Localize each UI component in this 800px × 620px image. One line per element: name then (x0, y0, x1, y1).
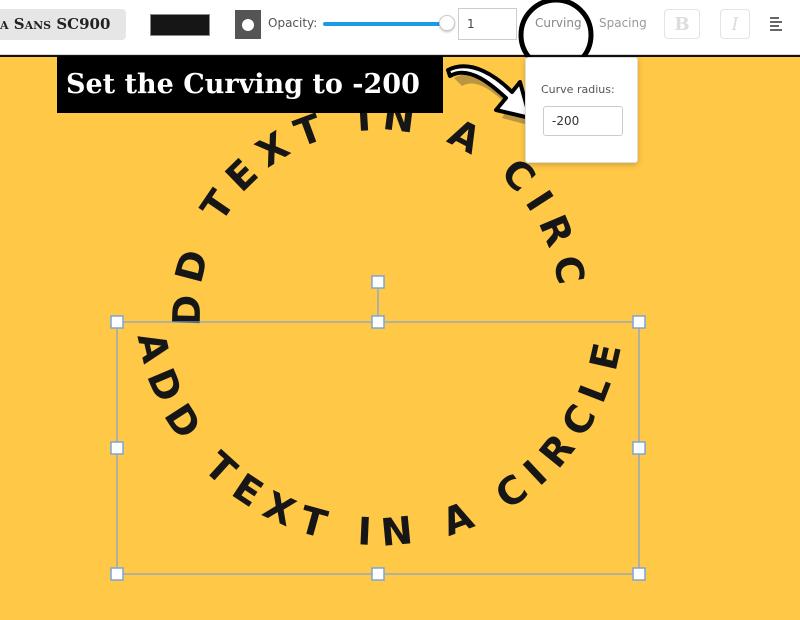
rotate-handle[interactable] (371, 275, 385, 289)
toolbar: a Sans SC900 Opacity: 1 Curving Spacing … (0, 0, 800, 55)
circle-icon (242, 18, 254, 31)
instruction-callout: Set the Curving to -200 (57, 56, 443, 113)
opacity-input[interactable]: 1 (458, 8, 517, 40)
opacity-label: Opacity: (268, 16, 318, 30)
resize-handle-bottom-left[interactable] (110, 567, 124, 581)
italic-button[interactable]: I (720, 9, 750, 39)
curving-popover: Curve radius: -200 (525, 57, 638, 163)
opacity-slider-track[interactable] (323, 22, 447, 26)
resize-handle-top-left[interactable] (110, 315, 124, 329)
text-color-swatch[interactable] (150, 14, 210, 36)
opacity-slider-thumb[interactable] (439, 15, 455, 31)
resize-handle-bottom-middle[interactable] (371, 567, 385, 581)
tab-curving[interactable]: Curving (535, 16, 582, 30)
tab-spacing[interactable]: Spacing (599, 16, 647, 30)
resize-handle-top-middle[interactable] (371, 315, 385, 329)
resize-handle-middle-left[interactable] (110, 441, 124, 455)
resize-handle-top-right[interactable] (632, 315, 646, 329)
font-family-select[interactable]: a Sans SC900 (0, 9, 126, 40)
resize-handle-middle-right[interactable] (632, 441, 646, 455)
resize-handle-bottom-right[interactable] (632, 567, 646, 581)
shape-button[interactable] (235, 10, 261, 39)
curve-radius-input[interactable]: -200 (543, 106, 623, 136)
bold-button[interactable]: B (664, 9, 700, 39)
curve-radius-label: Curve radius: (541, 83, 615, 96)
align-left-icon[interactable] (770, 17, 782, 31)
